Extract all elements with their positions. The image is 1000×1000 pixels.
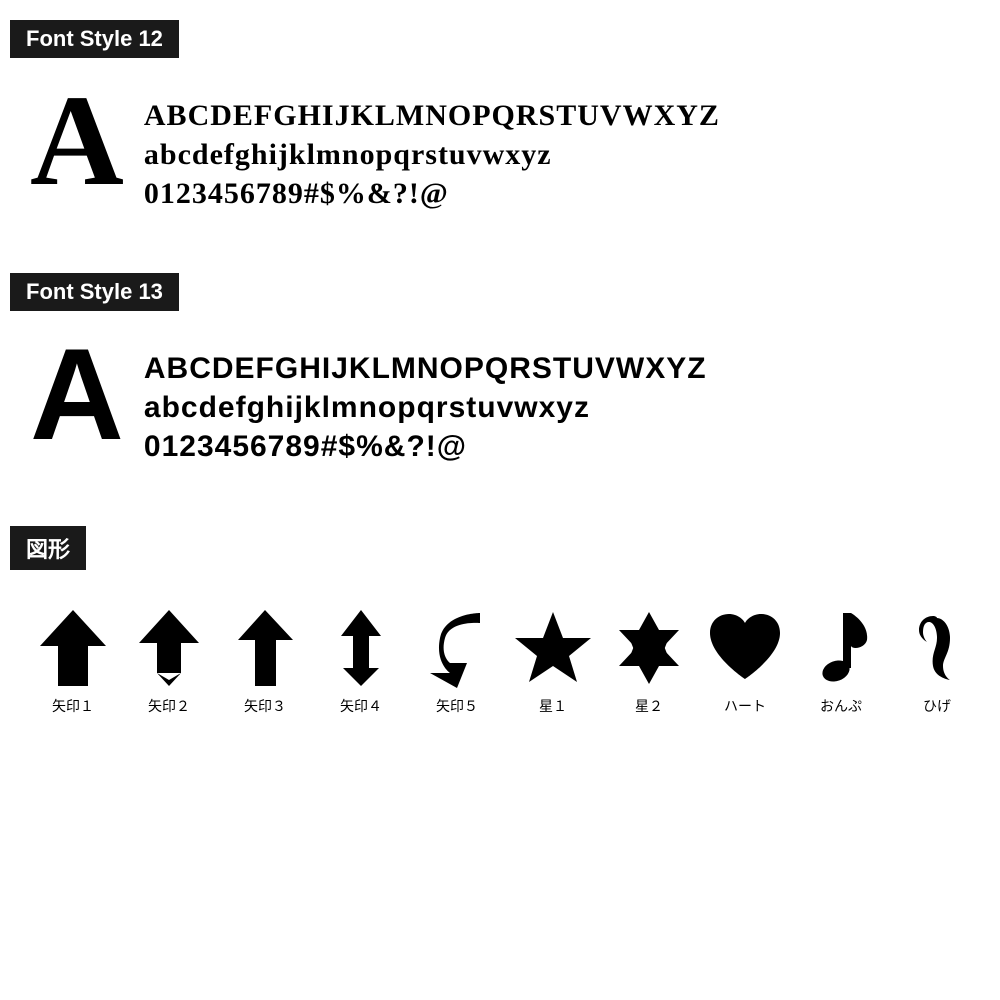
font-style-13-line-1: ABCDEFGHIJKLMNOPQRSTUVWXYZ xyxy=(144,349,707,388)
shape-icon-mustache xyxy=(897,608,977,688)
shapes-header: 図形 xyxy=(10,526,86,570)
font-style-13-section: Font Style 13 A ABCDEFGHIJKLMNOPQRSTUVWX… xyxy=(10,273,990,486)
shape-item-arrow5: 矢印５ xyxy=(414,608,500,716)
mustache-icon xyxy=(915,608,960,688)
font-style-13-char-lines: ABCDEFGHIJKLMNOPQRSTUVWXYZ abcdefghijklm… xyxy=(144,339,707,466)
shape-icon-arrow3 xyxy=(225,608,305,688)
shape-item-star2: 星２ xyxy=(606,608,692,716)
font-style-12-section: Font Style 12 A ABCDEFGHIJKLMNOPQRSTUVWX… xyxy=(10,20,990,233)
shape-label-arrow4: 矢印４ xyxy=(340,696,382,716)
font-style-13-line-3: 0123456789#$%&?!@ xyxy=(144,427,707,466)
shapes-section: 図形 矢印１ 矢印２ xyxy=(10,526,990,726)
font-style-13-display: A ABCDEFGHIJKLMNOPQRSTUVWXYZ abcdefghijk… xyxy=(10,329,990,486)
shape-icon-star2 xyxy=(609,608,689,688)
page-container: Font Style 12 A ABCDEFGHIJKLMNOPQRSTUVWX… xyxy=(0,0,1000,746)
shape-icon-arrow1 xyxy=(33,608,113,688)
shape-label-note: おんぷ xyxy=(820,696,862,716)
shape-item-arrow1: 矢印１ xyxy=(30,608,116,716)
arrow1-icon xyxy=(38,608,108,688)
shape-item-arrow3: 矢印３ xyxy=(222,608,308,716)
shape-item-arrow2: 矢印２ xyxy=(126,608,212,716)
font-style-12-line-2: abcdefghijklmnopqrstuvwxyz xyxy=(144,135,720,174)
shape-item-arrow4: 矢印４ xyxy=(318,608,404,716)
shape-item-mustache: ひげ xyxy=(894,608,980,716)
shape-label-arrow5: 矢印５ xyxy=(436,696,478,716)
shape-icon-heart xyxy=(705,608,785,688)
shapes-grid: 矢印１ 矢印２ 矢印３ xyxy=(10,588,990,726)
shape-item-heart: ハート xyxy=(702,608,788,716)
shape-item-star1: 星１ xyxy=(510,608,596,716)
shape-label-arrow2: 矢印２ xyxy=(148,696,190,716)
shape-icon-arrow2 xyxy=(129,608,209,688)
star1-icon xyxy=(513,608,593,688)
arrow5-icon xyxy=(425,608,490,688)
shape-label-arrow3: 矢印３ xyxy=(244,696,286,716)
shape-label-heart: ハート xyxy=(724,696,766,716)
font-style-13-header: Font Style 13 xyxy=(10,273,179,311)
shape-label-arrow1: 矢印１ xyxy=(52,696,94,716)
shape-icon-note xyxy=(801,608,881,688)
arrow3-icon xyxy=(238,608,293,688)
arrow4-icon xyxy=(339,608,384,688)
shape-icon-arrow4 xyxy=(321,608,401,688)
font-style-13-big-letter: A xyxy=(30,329,124,459)
font-style-12-header: Font Style 12 xyxy=(10,20,179,58)
font-style-12-display: A ABCDEFGHIJKLMNOPQRSTUVWXYZ abcdefghijk… xyxy=(10,76,990,233)
arrow2-icon xyxy=(139,608,199,688)
shape-item-note: おんぷ xyxy=(798,608,884,716)
star2-icon xyxy=(609,608,689,688)
shape-label-mustache: ひげ xyxy=(923,696,951,716)
font-style-12-line-3: 0123456789#$%&?!@ xyxy=(144,174,720,213)
shape-icon-arrow5 xyxy=(417,608,497,688)
shape-label-star1: 星１ xyxy=(539,696,567,716)
shape-label-star2: 星２ xyxy=(635,696,663,716)
font-style-13-line-2: abcdefghijklmnopqrstuvwxyz xyxy=(144,388,707,427)
font-style-12-line-1: ABCDEFGHIJKLMNOPQRSTUVWXYZ xyxy=(144,96,720,135)
heart-icon xyxy=(705,611,785,686)
shape-icon-star1 xyxy=(513,608,593,688)
note-icon xyxy=(811,608,871,688)
font-style-12-big-letter: A xyxy=(30,76,124,206)
font-style-12-char-lines: ABCDEFGHIJKLMNOPQRSTUVWXYZ abcdefghijklm… xyxy=(144,86,720,213)
